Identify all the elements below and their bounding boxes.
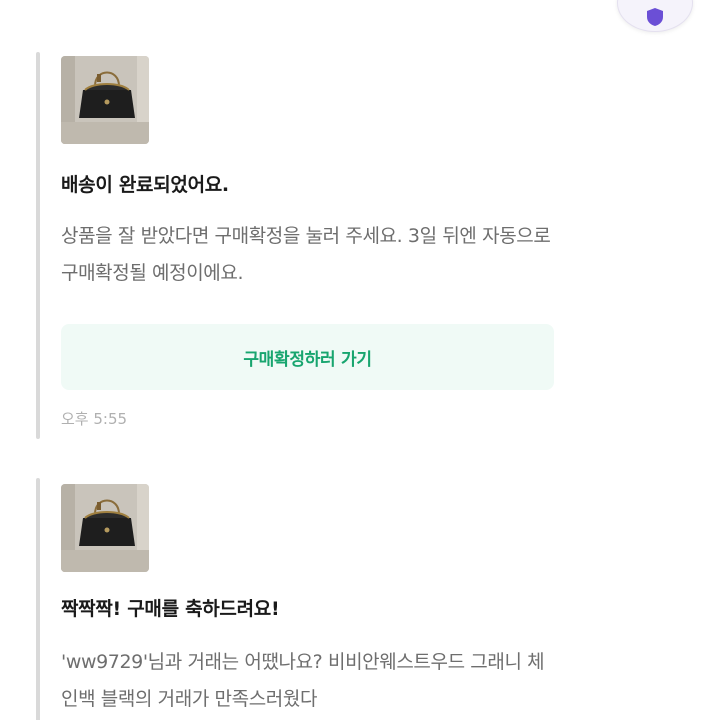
chat-screen: 배송이 완료되었어요. 상품을 잘 받았다면 구매확정을 눌러 주세요. 3일 … — [0, 0, 720, 720]
message-body: 'ww9729'님과 거래는 어땠나요? 비비안웨스트우드 그래니 체인백 블랙… — [61, 651, 545, 710]
safety-button[interactable] — [617, 0, 693, 32]
message-title: 짝짝짝! 구매를 축하드려요! — [61, 598, 280, 620]
product-thumbnail[interactable] — [61, 56, 149, 144]
confirm-purchase-button[interactable]: 구매확정하러 가기 — [61, 324, 554, 390]
message-title: 배송이 완료되었어요. — [61, 174, 229, 196]
shield-icon — [647, 8, 663, 26]
message-body: 상품을 잘 받았다면 구매확정을 눌러 주세요. 3일 뒤엔 자동으로 구매확정… — [61, 225, 551, 284]
message-divider-bar — [36, 478, 40, 720]
message-timestamp: 오후 5:55 — [61, 410, 128, 428]
message-divider-bar — [36, 52, 40, 439]
message-card-congrats: 짝짝짝! 구매를 축하드려요! 'ww9729'님과 거래는 어땠나요? 비비안… — [36, 478, 596, 720]
product-thumbnail[interactable] — [61, 484, 149, 572]
message-card-delivery: 배송이 완료되었어요. 상품을 잘 받았다면 구매확정을 눌러 주세요. 3일 … — [36, 52, 596, 439]
